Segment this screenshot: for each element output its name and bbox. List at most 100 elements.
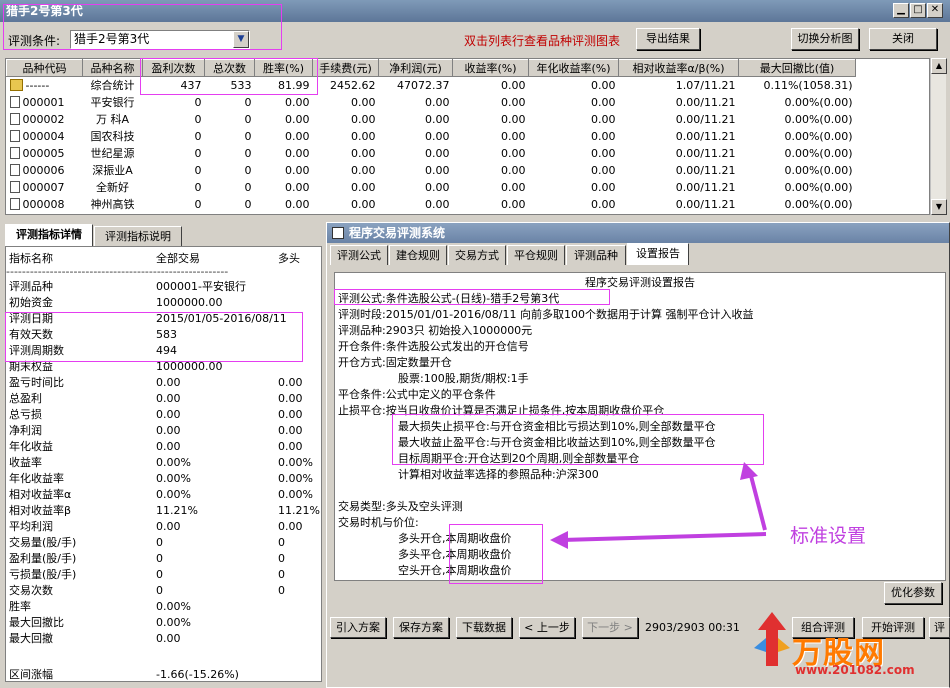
sub-window-title: 程序交易评测系统 bbox=[349, 226, 446, 240]
details-label: 盈亏时间比 bbox=[9, 376, 64, 389]
details-value: 0.00 bbox=[156, 408, 181, 421]
details-label: 最大回撤 bbox=[9, 632, 53, 645]
details-value: 0 bbox=[278, 568, 285, 581]
annotation-arrow-left bbox=[561, 532, 767, 542]
table-row[interactable]: 000005 世纪星源 0 0 0.00 0.00 0.00 0.00 0.00… bbox=[7, 145, 856, 162]
table-scrollbar[interactable]: ▲ ▼ bbox=[930, 58, 947, 215]
condition-label: 评测条件: bbox=[8, 34, 61, 48]
details-value: 0.00 bbox=[278, 408, 303, 421]
tab-trade-mode[interactable]: 交易方式 bbox=[448, 245, 506, 265]
formula-highlight bbox=[334, 289, 610, 305]
tab-instruments[interactable]: 评测品种 bbox=[566, 245, 626, 265]
details-value: 0.00% bbox=[156, 616, 191, 629]
switch-chart-button[interactable]: 切换分析图 bbox=[791, 28, 859, 50]
col-header-name[interactable]: 品种名称 bbox=[82, 59, 143, 77]
report-line-quantity: 股票:100股,期货/期权:1手 bbox=[398, 372, 529, 385]
table-row[interactable]: 000004 国农科技 0 0 0.00 0.00 0.00 0.00 0.00… bbox=[7, 128, 856, 145]
file-icon bbox=[9, 129, 20, 142]
details-row: 盈亏时间比 0.00 0.00 bbox=[6, 375, 321, 391]
details-row: 亏损量(股/手) 0 0 bbox=[6, 567, 321, 583]
file-icon bbox=[9, 197, 20, 210]
col-header-profit[interactable]: 净利润(元) bbox=[378, 59, 453, 77]
details-value: 0 bbox=[278, 552, 285, 565]
report-line-timing: 交易时机与价位: bbox=[338, 516, 419, 529]
table-row[interactable]: 000006 深振业A 0 0 0.00 0.00 0.00 0.00 0.00… bbox=[7, 162, 856, 179]
details-value: 0.00% bbox=[156, 456, 191, 469]
col-header-fee[interactable]: 手续费(元) bbox=[312, 59, 379, 77]
col-header-code[interactable]: 品种代码 bbox=[6, 59, 83, 77]
scroll-down-arrow[interactable]: ▼ bbox=[931, 199, 947, 215]
prev-step-button[interactable]: < 上一步 bbox=[519, 617, 575, 638]
file-icon bbox=[9, 146, 20, 159]
details-label: 平均利润 bbox=[9, 520, 53, 533]
details-value: 0 bbox=[278, 536, 285, 549]
table-row[interactable]: 000007 全新好 0 0 0.00 0.00 0.00 0.00 0.00 … bbox=[7, 179, 856, 196]
details-value: 0.00 bbox=[156, 440, 181, 453]
annotation-arrow-up bbox=[748, 471, 767, 531]
details-value: 0.00 bbox=[278, 424, 303, 437]
details-value: 11.21% bbox=[278, 504, 320, 517]
table-row[interactable]: 000001 平安银行 0 0 0.00 0.00 0.00 0.00 0.00… bbox=[7, 94, 856, 111]
details-value: 1000000.00 bbox=[156, 296, 223, 309]
window-close-button[interactable]: ✕ bbox=[927, 3, 943, 18]
details-label: 净利润 bbox=[9, 424, 42, 437]
brand-logo-icon bbox=[754, 612, 790, 666]
details-value: 0.00 bbox=[278, 392, 303, 405]
table-row[interactable]: 000002 万 科A 0 0 0.00 0.00 0.00 0.00 0.00… bbox=[7, 111, 856, 128]
details-value: 000001-平安银行 bbox=[156, 280, 246, 293]
details-row: 净利润 0.00 0.00 bbox=[6, 423, 321, 439]
tab-close-rules[interactable]: 平仓规则 bbox=[507, 245, 565, 265]
close-button[interactable]: 关闭 bbox=[869, 28, 937, 50]
download-data-button[interactable]: 下载数据 bbox=[456, 617, 512, 638]
table-row-summary[interactable]: ------ 综合统计 437 533 81.99 2452.62 47072.… bbox=[7, 77, 856, 94]
details-label: 年化收益 bbox=[9, 440, 53, 453]
details-row: 盈利量(股/手) 0 0 bbox=[6, 551, 321, 567]
import-plan-button[interactable]: 引入方案 bbox=[330, 617, 386, 638]
details-value: 0 bbox=[156, 584, 163, 597]
arrow-up-head-icon bbox=[740, 462, 758, 480]
report-line-open-mode: 开仓方式:固定数量开仓 bbox=[338, 356, 452, 369]
annotation-arrows bbox=[550, 462, 767, 549]
details-value: 0.00 bbox=[156, 376, 181, 389]
details-last-row: 区间涨幅 -1.66(-15.26%) bbox=[9, 668, 239, 681]
details-row: 评测品种 000001-平安银行 bbox=[6, 279, 321, 295]
table-row[interactable]: 000008 神州高铁 0 0 0.00 0.00 0.00 0.00 0.00… bbox=[7, 196, 856, 213]
details-row: 收益率 0.00% 0.00% bbox=[6, 455, 321, 471]
arrow-left-head-icon bbox=[550, 531, 568, 549]
tab-settings-report[interactable]: 设置报告 bbox=[627, 243, 689, 265]
save-plan-button[interactable]: 保存方案 bbox=[393, 617, 449, 638]
details-value: 0.00% bbox=[278, 456, 313, 469]
test-button[interactable]: 评测 bbox=[929, 617, 950, 638]
folder-icon bbox=[9, 78, 23, 91]
optimize-button[interactable]: 优化参数 bbox=[884, 582, 942, 604]
file-icon bbox=[9, 163, 20, 176]
details-row: 交易次数 0 0 bbox=[6, 583, 321, 599]
col-header-relative-return[interactable]: 相对收益率α/β(%) bbox=[618, 59, 739, 77]
details-label: 评测品种 bbox=[9, 280, 53, 293]
details-value: 0.00 bbox=[278, 520, 303, 533]
maximize-button[interactable]: □ bbox=[910, 3, 926, 18]
tab-indicator-details[interactable]: 评测指标详情 bbox=[5, 224, 93, 246]
hint-text: 双击列表行查看品种评测图表 bbox=[464, 34, 621, 48]
tab-indicator-help[interactable]: 评测指标说明 bbox=[94, 226, 182, 246]
details-label: 相对收益率β bbox=[9, 504, 72, 517]
export-button[interactable]: 导出结果 bbox=[636, 28, 700, 50]
tab-open-rules[interactable]: 建仓规则 bbox=[389, 245, 447, 265]
minimize-button[interactable]: ▁ bbox=[893, 3, 909, 18]
stats-highlight bbox=[140, 58, 318, 95]
report-line-trade-type: 交易类型:多头及空头评测 bbox=[338, 500, 463, 513]
condition-select[interactable]: 猎手2号第3代 ▼ bbox=[70, 30, 250, 49]
condition-value: 猎手2号第3代 bbox=[74, 32, 150, 46]
details-value: 0.00 bbox=[156, 632, 181, 645]
details-value: 0 bbox=[156, 536, 163, 549]
col-header-annual-return[interactable]: 年化收益率(%) bbox=[528, 59, 619, 77]
tab-formula[interactable]: 评测公式 bbox=[330, 245, 388, 265]
col-header-return[interactable]: 收益率(%) bbox=[452, 59, 529, 77]
chevron-down-icon[interactable]: ▼ bbox=[233, 31, 249, 48]
details-label: 初始资金 bbox=[9, 296, 53, 309]
annotation-label: 标准设置 bbox=[790, 525, 867, 547]
scroll-up-arrow[interactable]: ▲ bbox=[931, 58, 947, 74]
col-header-max-drawdown[interactable]: 最大回撤比(值) bbox=[738, 59, 856, 77]
next-step-button[interactable]: 下一步 > bbox=[582, 617, 638, 638]
details-label: 相对收益率α bbox=[9, 488, 72, 501]
